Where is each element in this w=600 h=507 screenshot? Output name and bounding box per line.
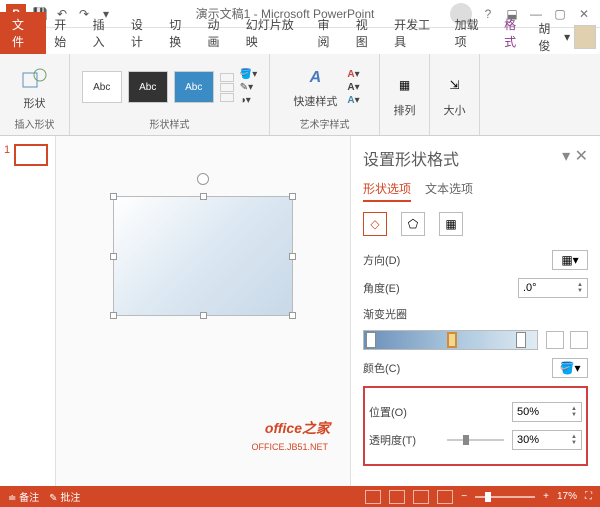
watermark: office之家: [265, 418, 330, 438]
tab-design[interactable]: 设计: [123, 12, 161, 54]
slideshow-view-icon[interactable]: [437, 490, 453, 504]
resize-handle[interactable]: [289, 312, 296, 319]
sorter-view-icon[interactable]: [389, 490, 405, 504]
format-shape-pane: 设置形状格式 ▾ ✕ 形状选项 文本选项 ◇ ⬠ ▦ 方向(D) ▦▾ 角度(E…: [350, 136, 600, 486]
tab-developer[interactable]: 开发工具: [386, 12, 447, 54]
resize-handle[interactable]: [289, 193, 296, 200]
gradstops-label: 渐变光圈: [363, 306, 433, 322]
normal-view-icon[interactable]: [365, 490, 381, 504]
zoom-in-icon[interactable]: +: [543, 491, 549, 502]
group-wordart: 艺术字样式: [300, 116, 350, 131]
notes-button[interactable]: ≐ 备注: [8, 489, 39, 504]
wordart-quick-button[interactable]: A 快速样式: [289, 62, 341, 113]
tab-home[interactable]: 开始: [46, 12, 84, 54]
shape-outline-icon[interactable]: ✎▾: [240, 82, 257, 93]
tab-review[interactable]: 审阅: [310, 12, 348, 54]
pane-title: 设置形状格式: [363, 146, 459, 170]
remove-stop-icon[interactable]: [570, 331, 588, 349]
position-input[interactable]: 50% ▲▼: [512, 402, 582, 422]
slide-thumbnail[interactable]: 1: [4, 144, 51, 166]
fill-line-icon[interactable]: ◇: [363, 212, 387, 236]
shape-style-3[interactable]: Abc: [174, 71, 214, 103]
resize-handle[interactable]: [110, 312, 117, 319]
zoom-level[interactable]: 17%: [557, 491, 577, 502]
shape-fill-icon[interactable]: 🪣▾: [240, 69, 257, 80]
position-label: 位置(O): [369, 404, 439, 420]
size-icon: ⇲: [441, 71, 469, 99]
resize-handle[interactable]: [200, 193, 207, 200]
spinner[interactable]: ▲▼: [571, 434, 577, 446]
text-fill-icon[interactable]: A▾: [347, 69, 359, 80]
comments-button[interactable]: ✎ 批注: [49, 489, 80, 504]
resize-handle[interactable]: [110, 193, 117, 200]
color-dropdown[interactable]: 🪣▾: [552, 358, 588, 378]
zoom-slider[interactable]: [475, 496, 535, 498]
tab-animation[interactable]: 动画: [199, 12, 237, 54]
avatar[interactable]: [574, 25, 596, 49]
gradient-stop[interactable]: [516, 332, 526, 348]
rotate-handle[interactable]: [197, 173, 209, 185]
gallery-more[interactable]: [220, 73, 234, 102]
thumbnail-panel: 1: [0, 136, 56, 486]
resize-handle[interactable]: [200, 312, 207, 319]
tab-transition[interactable]: 切换: [161, 12, 199, 54]
selected-shape[interactable]: [113, 196, 293, 316]
arrange-button[interactable]: ▦ 排列: [387, 67, 423, 122]
shape-effects-icon[interactable]: ◑▾: [240, 95, 257, 106]
effects-icon[interactable]: ⬠: [401, 212, 425, 236]
group-insert-shape: 插入形状: [15, 116, 55, 131]
pane-close-icon[interactable]: ▾ ✕: [562, 146, 588, 170]
gradient-stop[interactable]: [366, 332, 376, 348]
gradient-slider[interactable]: [363, 330, 538, 350]
add-stop-icon[interactable]: [546, 331, 564, 349]
highlight-box: 位置(O) 50% ▲▼ 透明度(T) 30% ▲▼: [363, 386, 588, 466]
status-bar: ≐ 备注 ✎ 批注 − + 17% ⛶: [0, 486, 600, 507]
pane-tab-shape[interactable]: 形状选项: [363, 180, 411, 202]
resize-handle[interactable]: [110, 253, 117, 260]
spinner[interactable]: ▲▼: [577, 282, 583, 294]
tab-file[interactable]: 文件: [0, 12, 46, 54]
zoom-out-icon[interactable]: −: [461, 491, 467, 502]
transparency-input[interactable]: 30% ▲▼: [512, 430, 582, 450]
tab-slideshow[interactable]: 幻灯片放映: [238, 12, 310, 54]
tab-addins[interactable]: 加载项: [447, 12, 496, 54]
shape-style-1[interactable]: Abc: [82, 71, 122, 103]
transparency-label: 透明度(T): [369, 432, 439, 448]
angle-input[interactable]: .0° ▲▼: [518, 278, 588, 298]
size-props-icon[interactable]: ▦: [439, 212, 463, 236]
shapes-button[interactable]: 形状: [17, 60, 53, 115]
angle-label: 角度(E): [363, 280, 433, 296]
wordart-icon: A: [303, 66, 327, 90]
gradient-stop-active[interactable]: [447, 332, 457, 348]
slide-canvas[interactable]: office之家 OFFICE.JB51.NET: [56, 136, 350, 486]
fit-window-icon[interactable]: ⛶: [585, 491, 592, 502]
thumb-number: 1: [4, 144, 10, 166]
resize-handle[interactable]: [289, 253, 296, 260]
size-button[interactable]: ⇲ 大小: [437, 67, 473, 122]
tab-insert[interactable]: 插入: [85, 12, 123, 54]
tab-format[interactable]: 格式: [496, 12, 534, 54]
transparency-slider[interactable]: [447, 439, 504, 441]
reading-view-icon[interactable]: [413, 490, 429, 504]
watermark-sub: OFFICE.JB51.NET: [251, 442, 328, 452]
spinner[interactable]: ▲▼: [571, 406, 577, 418]
group-shape-styles: 形状样式: [150, 116, 190, 131]
shapes-icon: [21, 64, 49, 92]
pane-tab-text[interactable]: 文本选项: [425, 180, 473, 202]
color-label: 颜色(C): [363, 360, 433, 376]
tab-view[interactable]: 视图: [348, 12, 386, 54]
ribbon: 形状 插入形状 Abc Abc Abc 🪣▾ ✎▾ ◑▾ 形状样式 A 快速样式: [0, 54, 600, 136]
text-outline-icon[interactable]: A▾: [347, 82, 359, 93]
text-effects-icon[interactable]: A▾: [347, 95, 359, 106]
direction-dropdown[interactable]: ▦▾: [552, 250, 588, 270]
shape-style-2[interactable]: Abc: [128, 71, 168, 103]
user-name[interactable]: 胡俊▾: [534, 20, 600, 54]
direction-label: 方向(D): [363, 252, 433, 268]
arrange-icon: ▦: [391, 71, 419, 99]
